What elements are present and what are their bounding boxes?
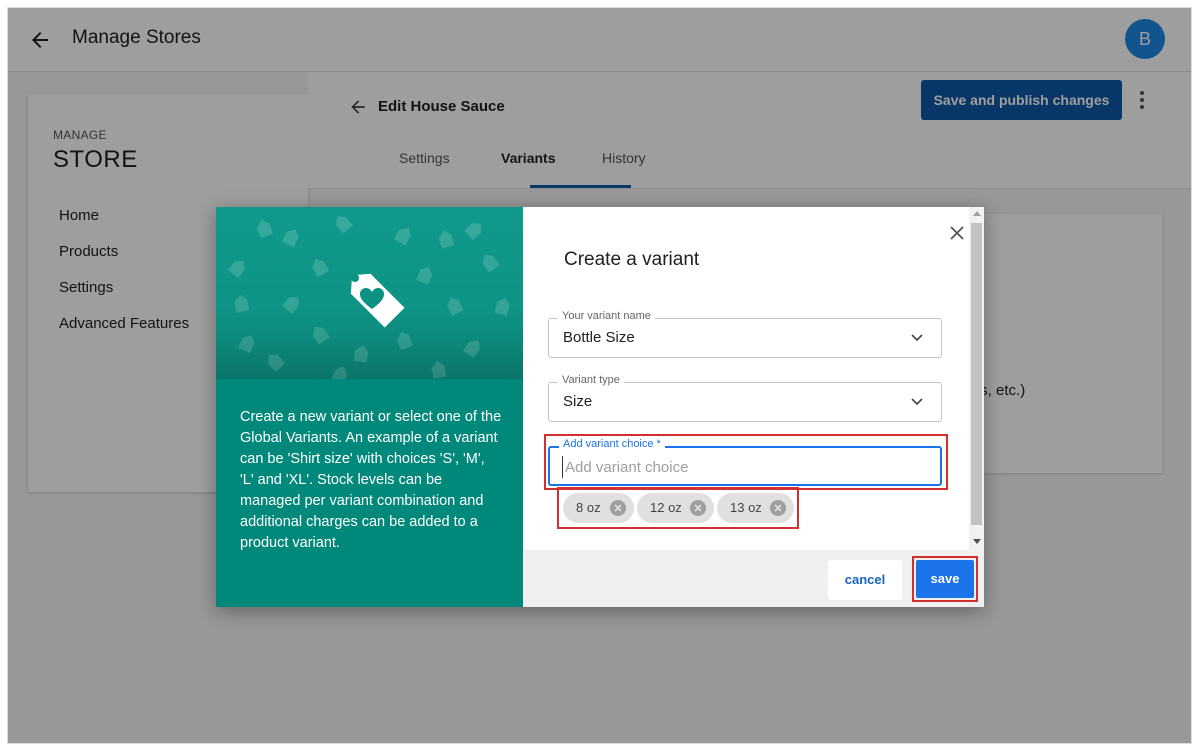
variant-name-select[interactable]: Your variant name Bottle Size bbox=[548, 310, 942, 358]
dialog-description: Create a new variant or select one of th… bbox=[240, 409, 502, 551]
variant-type-value: Size bbox=[563, 393, 593, 410]
variant-choice-label: Add variant choice * bbox=[559, 438, 665, 450]
scroll-up-icon[interactable] bbox=[973, 211, 981, 216]
remove-chip-icon[interactable] bbox=[770, 500, 786, 516]
dialog-footer: cancel save bbox=[523, 550, 984, 607]
dialog-form: Create a variant Your variant name Bottl… bbox=[523, 207, 984, 607]
hero-banner bbox=[216, 207, 523, 379]
create-variant-dialog: Create a new variant or select one of th… bbox=[216, 207, 984, 607]
chevron-down-icon bbox=[911, 398, 923, 406]
variant-type-label: Variant type bbox=[558, 374, 624, 386]
chip-8-oz: 8 oz bbox=[563, 493, 634, 523]
variant-type-select[interactable]: Variant type Size bbox=[548, 374, 942, 422]
close-icon[interactable] bbox=[948, 224, 966, 242]
cancel-button[interactable]: cancel bbox=[828, 560, 902, 600]
chevron-down-icon bbox=[911, 334, 923, 342]
chip-label: 8 oz bbox=[576, 500, 601, 515]
remove-chip-icon[interactable] bbox=[690, 500, 706, 516]
dialog-title: Create a variant bbox=[564, 249, 700, 270]
save-button[interactable]: save bbox=[916, 560, 974, 598]
chip-label: 12 oz bbox=[650, 500, 682, 515]
remove-chip-icon[interactable] bbox=[610, 500, 626, 516]
variant-choice-input[interactable] bbox=[562, 456, 922, 478]
chip-13-oz: 13 oz bbox=[717, 493, 794, 523]
price-tag-heart-icon bbox=[350, 273, 405, 328]
variant-name-value: Bottle Size bbox=[563, 329, 635, 346]
dialog-scrollbar[interactable] bbox=[969, 207, 984, 550]
scrollbar-thumb[interactable] bbox=[971, 223, 982, 525]
app-window: Manage Stores B MANAGE STORE Home Produc… bbox=[7, 7, 1192, 744]
variant-choice-field[interactable]: Add variant choice * bbox=[548, 438, 942, 486]
variant-name-label: Your variant name bbox=[558, 310, 655, 322]
dialog-info-panel: Create a new variant or select one of th… bbox=[216, 207, 523, 607]
chip-12-oz: 12 oz bbox=[637, 493, 714, 523]
scroll-down-icon[interactable] bbox=[973, 539, 981, 544]
chip-label: 13 oz bbox=[730, 500, 762, 515]
